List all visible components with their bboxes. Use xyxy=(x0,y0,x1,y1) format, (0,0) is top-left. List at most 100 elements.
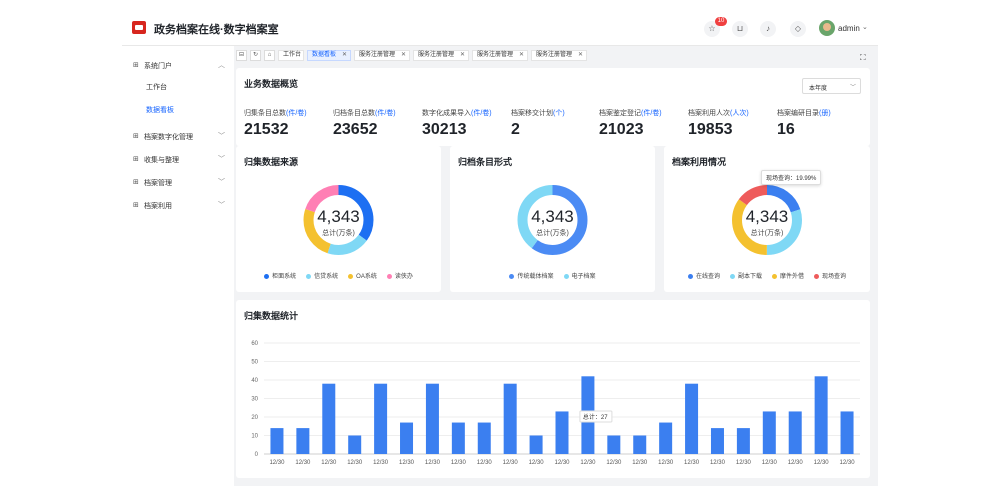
legend-item[interactable]: 在线查询 xyxy=(687,271,720,280)
bar[interactable] xyxy=(270,428,284,454)
bar[interactable] xyxy=(477,422,491,454)
tab-service-1[interactable]: 服务注册管理 ✕ xyxy=(354,50,410,61)
bell-icon[interactable]: ♪ xyxy=(760,21,776,37)
legend-dot xyxy=(509,273,515,279)
x-tick-label: 12/30 xyxy=(580,460,596,466)
user-name[interactable]: admin xyxy=(838,24,860,33)
grid-icon: ⊞ xyxy=(133,202,139,209)
refresh-icon[interactable]: ↻ xyxy=(250,50,261,61)
sidebar-subitem-workbench[interactable]: 工作台 xyxy=(146,82,167,92)
bar[interactable] xyxy=(710,428,724,454)
bar[interactable] xyxy=(685,383,699,454)
close-icon[interactable]: ✕ xyxy=(401,51,406,60)
period-select[interactable]: 本年度 ﹀ xyxy=(802,78,861,94)
sidebar-item-portal[interactable]: ⊞ 系统门户 ︿ xyxy=(122,57,234,73)
stat-appraisal: 档案鉴定登记(件/卷) 21023 xyxy=(599,108,662,139)
bar[interactable] xyxy=(607,435,621,455)
donut-card-source: 归集数据来源 4,343 总计(万条) 柜面系统 信贷系统 OA系统 读侠办 xyxy=(236,146,441,292)
home-icon[interactable]: ⌂ xyxy=(264,50,275,61)
legend-item[interactable]: OA系统 xyxy=(348,271,377,280)
close-icon[interactable]: ✕ xyxy=(519,51,524,60)
x-tick-label: 12/30 xyxy=(399,460,415,466)
sidebar-item-collect[interactable]: ⊞ 收集与整理 ﹀ xyxy=(122,151,234,167)
tab-service-4[interactable]: 服务注册管理 ✕ xyxy=(531,50,587,61)
y-tick-label: 0 xyxy=(255,452,259,458)
bar[interactable] xyxy=(736,428,750,454)
x-tick-label: 12/30 xyxy=(425,460,441,466)
close-icon[interactable]: ✕ xyxy=(578,51,583,60)
chevron-down-icon: ﹀ xyxy=(218,202,225,209)
cart-icon[interactable]: ⊔ xyxy=(732,21,748,37)
tab-service-3[interactable]: 服务注册管理 ✕ xyxy=(472,50,528,61)
legend-dot xyxy=(729,273,735,279)
avatar[interactable] xyxy=(819,20,835,36)
legend-item[interactable]: 柜面系统 xyxy=(264,271,296,280)
bar[interactable] xyxy=(451,422,465,454)
bar[interactable] xyxy=(840,411,854,454)
donut-legend: 传统载体档案 电子档案 xyxy=(450,271,655,280)
x-tick-label: 12/30 xyxy=(840,460,856,466)
x-tick-label: 12/30 xyxy=(814,460,830,466)
donut-center-label: 总计(万条) xyxy=(322,228,355,237)
close-icon[interactable]: ✕ xyxy=(342,51,347,60)
sidebar-item-archive-use[interactable]: ⊞ 档案利用 ﹀ xyxy=(122,197,234,213)
x-tick-label: 12/30 xyxy=(658,460,674,466)
bar[interactable] xyxy=(529,435,543,455)
bar[interactable] xyxy=(659,422,673,454)
bar[interactable] xyxy=(555,411,569,454)
bar[interactable] xyxy=(503,383,517,454)
legend-item[interactable]: 摩件外借 xyxy=(772,271,804,280)
close-icon[interactable]: ✕ xyxy=(460,51,465,60)
bar[interactable] xyxy=(374,383,388,454)
bar[interactable] xyxy=(400,422,414,454)
stat-label: 档案利用人次(人次) xyxy=(688,110,749,117)
sidebar-item-digitization[interactable]: ⊞ 档案数字化管理 ﹀ xyxy=(122,128,234,144)
donut-card-form: 归档条目形式 4,343 总计(万条) 传统载体档案 电子档案 xyxy=(450,146,655,292)
collapse-icon[interactable]: ⊟ xyxy=(236,50,247,61)
legend-item[interactable]: 副本下载 xyxy=(729,271,762,280)
legend-item[interactable]: 现场查询 xyxy=(814,271,846,280)
shield-icon[interactable]: ◇ xyxy=(790,21,806,37)
tab-dashboard[interactable]: 数据看板 ✕ xyxy=(307,50,351,61)
legend-item[interactable]: 读侠办 xyxy=(386,271,413,280)
stat-label: 档案鉴定登记(件/卷) xyxy=(599,110,662,117)
legend-dot xyxy=(772,273,777,279)
bar[interactable] xyxy=(814,376,828,454)
bar[interactable] xyxy=(322,383,336,454)
x-tick-label: 12/30 xyxy=(269,460,285,466)
bar[interactable] xyxy=(633,435,647,455)
chevron-up-icon: ︿ xyxy=(218,62,225,69)
sidebar-item-label: 系统门户 xyxy=(144,63,172,70)
legend-label: 信贷系统 xyxy=(314,274,339,280)
legend-item[interactable]: 信贷系统 xyxy=(306,271,338,280)
bar[interactable] xyxy=(425,383,439,454)
legend-item[interactable]: 电子档案 xyxy=(563,271,596,280)
legend-label: 现场查询 xyxy=(822,274,847,280)
y-tick-label: 50 xyxy=(251,360,258,366)
tab-workbench[interactable]: 工作台 xyxy=(278,50,304,61)
legend-label: 柜面系统 xyxy=(272,274,297,280)
donut-center-value: 4,343 xyxy=(746,207,789,226)
stat-compilation: 档案编研目录(册) 16 xyxy=(777,108,831,139)
y-tick-label: 30 xyxy=(251,397,258,403)
sidebar-item-archive-manage[interactable]: ⊞ 档案管理 ﹀ xyxy=(122,174,234,190)
chevron-down-icon[interactable]: ⌄ xyxy=(862,23,868,31)
stat-value: 21023 xyxy=(599,121,644,138)
svg-text:总计：27: 总计：27 xyxy=(583,413,608,421)
stat-value: 16 xyxy=(777,121,795,138)
x-tick-label: 12/30 xyxy=(373,460,389,466)
stat-usage-visits: 档案利用人次(人次) 19853 xyxy=(688,108,749,139)
legend-item[interactable]: 传统载体档案 xyxy=(509,271,554,280)
tab-service-2[interactable]: 服务注册管理 ✕ xyxy=(413,50,469,61)
stat-value: 30213 xyxy=(422,121,467,138)
bar[interactable] xyxy=(348,435,362,455)
x-tick-label: 12/30 xyxy=(529,460,545,466)
bar[interactable] xyxy=(296,428,310,454)
bar[interactable] xyxy=(762,411,776,454)
bar[interactable] xyxy=(788,411,802,454)
tab-label: 服务注册管理 xyxy=(536,52,573,58)
sidebar-subitem-dashboard[interactable]: 数据看板 xyxy=(146,105,174,115)
fullscreen-icon[interactable]: ⛶ xyxy=(860,53,866,63)
x-tick-label: 12/30 xyxy=(503,460,519,466)
notification-badge: 10 xyxy=(715,17,727,26)
